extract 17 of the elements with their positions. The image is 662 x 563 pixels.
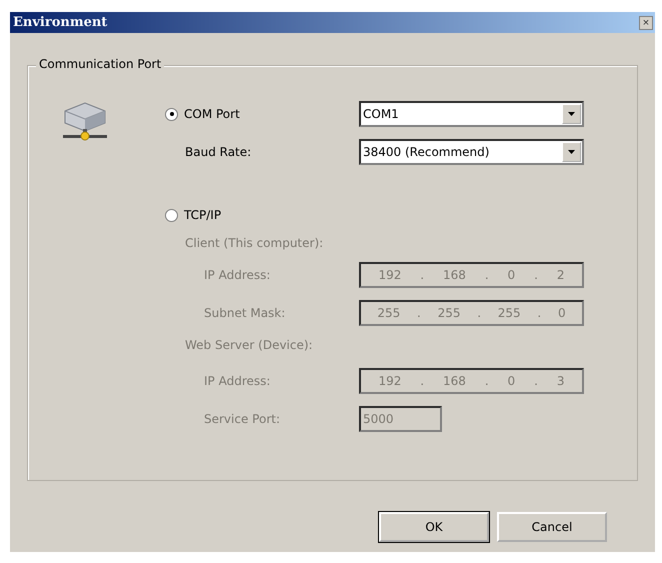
dropdown[interactable]: 38400 (Recommend) [359, 139, 584, 165]
section-heading: Web Server (Device): [184, 338, 313, 352]
field-label: Subnet Mask: [203, 306, 286, 320]
field-label: IP Address: [203, 374, 272, 388]
dropdown-arrow-icon[interactable] [568, 150, 575, 154]
group-title: Communication Port [36, 57, 164, 71]
section-heading: Client (This computer): [184, 236, 324, 250]
dropdown[interactable]: COM1 [359, 101, 584, 127]
dialog-button[interactable]: Cancel [497, 512, 607, 542]
field-label: IP Address: [203, 268, 272, 282]
field-label: Baud Rate: [184, 145, 252, 159]
radio-button[interactable]: COM Port [165, 107, 359, 121]
close-button[interactable]: × [639, 16, 653, 30]
dialog-button[interactable]: OK [379, 512, 489, 542]
dropdown-arrow-icon[interactable] [568, 112, 575, 116]
window-title: Environment [13, 15, 108, 30]
field-label: Service Port: [203, 412, 281, 426]
